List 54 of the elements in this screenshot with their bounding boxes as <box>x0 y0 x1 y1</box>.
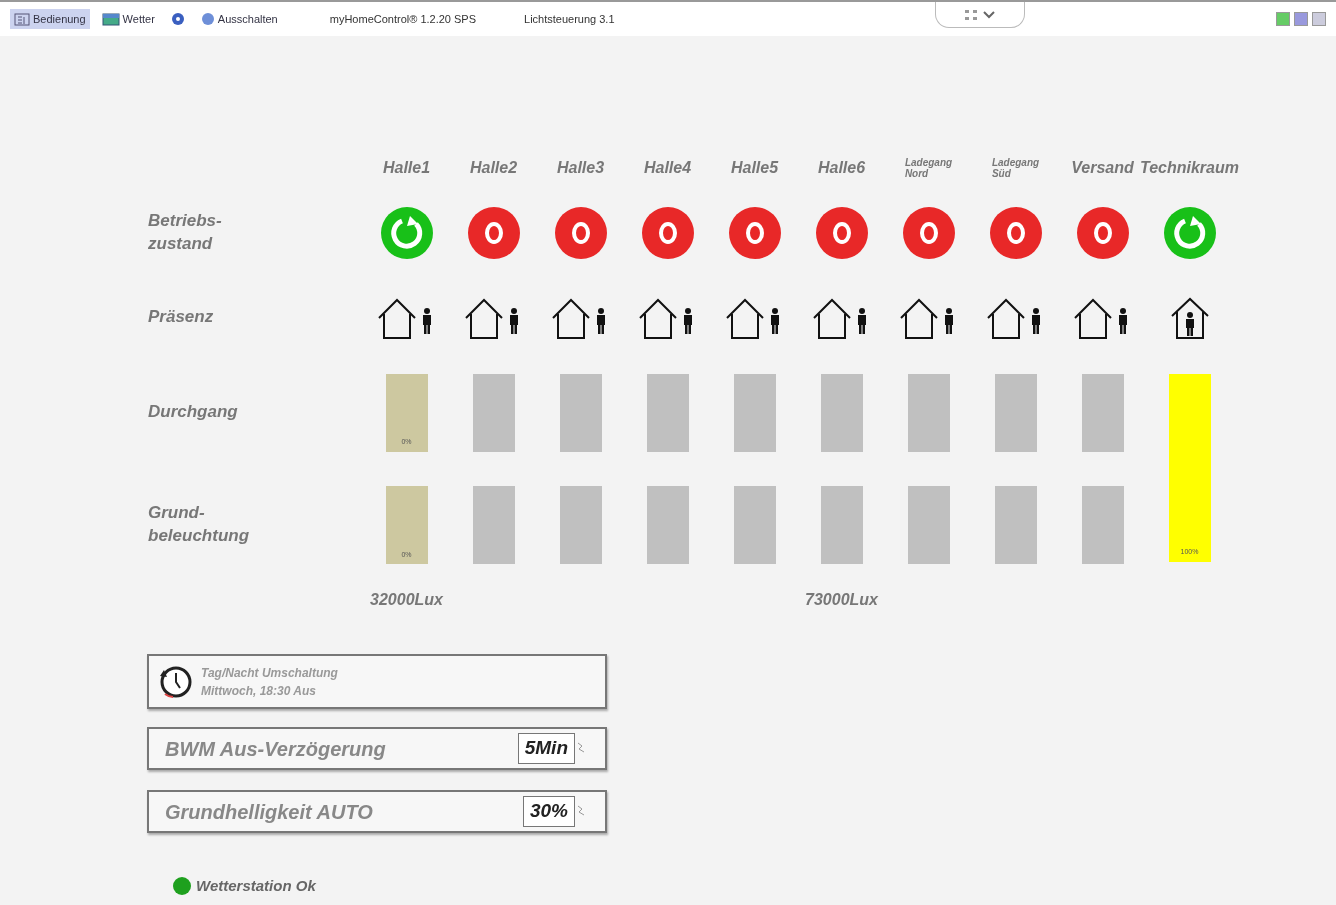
row-label: Betriebs- zustand <box>148 210 223 255</box>
light-bar[interactable] <box>733 373 776 452</box>
schedule-title: Tag/Nacht Umschaltung <box>201 664 338 682</box>
weather-icon <box>101 12 120 26</box>
light-bar[interactable] <box>907 373 950 452</box>
column-heading: Halle1 <box>382 159 431 177</box>
app-title: myHomeControl® 1.2.20 SPS <box>329 11 477 27</box>
menu-button[interactable]: Bedienung <box>10 8 90 30</box>
menu-button[interactable]: Wetter <box>97 8 159 30</box>
light-bar[interactable] <box>1081 486 1124 564</box>
status-text: Wetterstation Ok <box>196 876 316 896</box>
project-title: Lichtsteuerung 3.1 <box>524 11 615 27</box>
column-heading: Ladegang Süd <box>991 157 1040 179</box>
column-heading: Halle6 <box>817 159 866 177</box>
close-button[interactable] <box>1312 12 1326 26</box>
column-heading: Halle3 <box>556 159 605 177</box>
chevron-down-icon <box>982 9 995 20</box>
info-icon <box>170 12 185 26</box>
light-bar[interactable] <box>907 486 950 564</box>
light-bar[interactable] <box>472 486 515 564</box>
schedule-detail: Mittwoch, 18:30 Aus <box>201 682 317 700</box>
power-icon <box>200 12 215 26</box>
light-bar[interactable] <box>559 486 602 564</box>
light-bar[interactable] <box>646 486 689 564</box>
light-bar[interactable] <box>994 486 1037 564</box>
lux-reading: 73000Lux <box>805 590 878 610</box>
column-heading: Technikraum <box>1140 159 1239 177</box>
light-bar[interactable] <box>472 373 515 452</box>
grid-icon <box>964 9 977 20</box>
row-label: Durchgang <box>148 401 239 424</box>
value-field[interactable]: 5Min <box>517 733 575 764</box>
light-bar[interactable] <box>559 373 602 452</box>
column-heading: Halle5 <box>730 159 779 177</box>
row-label: Präsenz <box>148 306 215 329</box>
collapse-tab[interactable] <box>934 2 1025 28</box>
maximize-button[interactable] <box>1294 12 1308 26</box>
light-bar[interactable] <box>820 486 863 564</box>
value-field[interactable]: 30% <box>522 796 575 827</box>
setting-label: BWM Aus-Verzögerung <box>165 736 386 762</box>
light-bar[interactable] <box>1081 373 1124 452</box>
column-heading: Halle4 <box>643 159 692 177</box>
light-bar[interactable] <box>820 373 863 452</box>
light-bar[interactable] <box>733 486 776 564</box>
lux-reading: 32000Lux <box>370 590 443 610</box>
light-bar[interactable] <box>646 373 689 452</box>
column-heading: Versand <box>1071 159 1134 177</box>
minimize-button[interactable] <box>1276 12 1290 26</box>
setting-label: Grundhelligkeit AUTO <box>165 799 373 825</box>
light-bar[interactable] <box>994 373 1037 452</box>
column-heading: Ladegang Nord <box>904 157 953 179</box>
row-label: Grund- beleuchtung <box>148 502 251 547</box>
column-heading: Halle2 <box>469 159 518 177</box>
power-button[interactable]: Ausschalten <box>196 8 282 30</box>
panel-icon <box>14 12 30 26</box>
